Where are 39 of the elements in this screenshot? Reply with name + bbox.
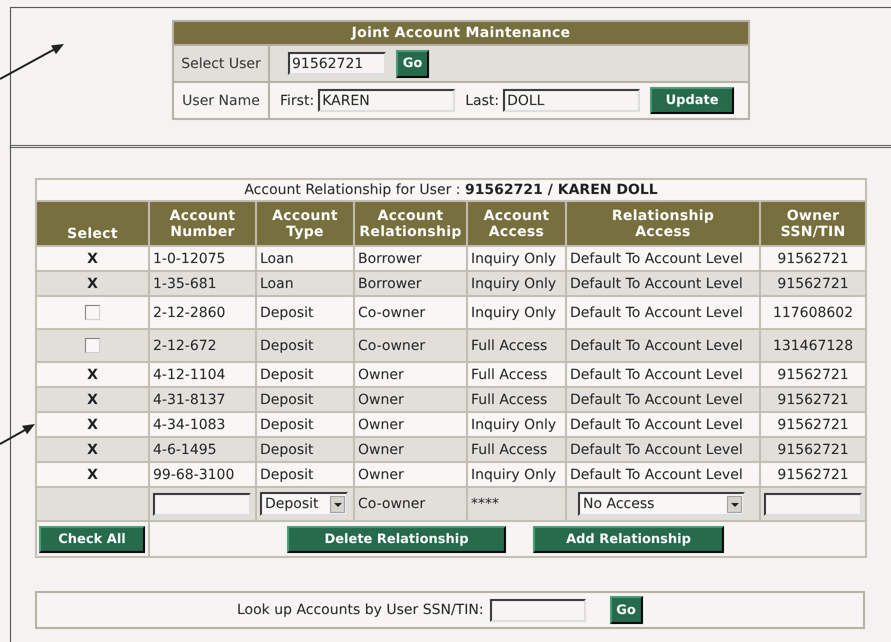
linked-mark: X [87, 442, 98, 458]
user-id-field[interactable]: 91562721 [288, 52, 386, 75]
field-label: Select User [173, 45, 269, 82]
add-relationship-button[interactable]: Add Relationship [533, 526, 724, 552]
update-button[interactable]: Update [650, 87, 734, 114]
pointer-arrow [0, 424, 35, 445]
go-button[interactable]: Go [396, 50, 429, 78]
table-caption: Account Relationship for User : 91562721 / KAREN DOLL [244, 182, 658, 198]
owner-ssn-field[interactable] [764, 492, 862, 516]
panel-title: Joint Account Maintenance [173, 21, 749, 45]
linked-mark: X [87, 416, 98, 432]
column-header: Account Type [256, 201, 354, 246]
column-header: Owner SSN/TIN [760, 201, 866, 246]
account-type-dropdown[interactable]: Deposit [260, 492, 348, 516]
pointer-arrow [0, 44, 64, 80]
field-label: Look up Accounts by User SSN/TIN: [237, 602, 484, 618]
first-name-field[interactable]: KAREN [318, 89, 456, 112]
linked-mark: X [87, 366, 98, 382]
field-label: User Name [173, 82, 269, 119]
field-label: Last: [465, 92, 500, 108]
linked-mark: X [87, 466, 98, 482]
column-header: Relationship Access [566, 201, 760, 246]
go-button[interactable]: Go [610, 596, 643, 624]
column-header: Account Number [149, 201, 256, 246]
field-label: First: [280, 92, 314, 108]
select-checkbox[interactable] [85, 305, 100, 320]
linked-mark: X [87, 392, 98, 408]
relationship-access-dropdown[interactable]: No Access [578, 492, 745, 516]
column-header: Account Relationship [354, 201, 467, 246]
ssn-field[interactable] [490, 598, 586, 622]
column-header: Select [36, 201, 149, 246]
linked-mark: X [87, 250, 98, 266]
column-header: Account Access [467, 201, 566, 246]
select-checkbox[interactable] [85, 338, 100, 354]
account-number-field[interactable] [153, 492, 251, 516]
last-name-field[interactable]: DOLL [503, 89, 640, 112]
linked-mark: X [87, 276, 98, 292]
delete-relationship-button[interactable]: Delete Relationship [287, 526, 506, 552]
check-all-button[interactable]: Check All [39, 526, 145, 552]
